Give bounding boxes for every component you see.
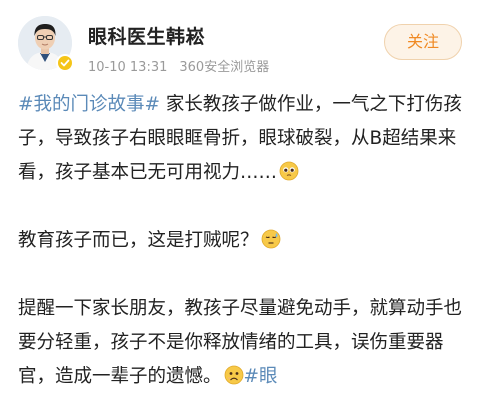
pleading-face-emoji-icon	[279, 161, 299, 181]
post-body: #我的门诊故事# 家长教孩子做作业，一气之下打伤孩子，导致孩子右眼眼眶骨折，眼球…	[18, 88, 466, 394]
post-paragraph-3: 提醒一下家长朋友，教孩子尽量避免动手，就算动手也要分轻重，孩子不是你释放情绪的工…	[18, 292, 466, 394]
verified-badge-icon	[56, 54, 74, 72]
sad-face-emoji-icon	[224, 365, 244, 385]
follow-button[interactable]: 关注	[384, 24, 462, 60]
post-source: 360安全浏览器	[179, 60, 270, 75]
post-paragraph-2: 教育孩子而已，这是打贼呢？	[18, 224, 466, 258]
sweat-face-emoji-icon	[261, 229, 281, 249]
timestamp: 10-10 13:31	[88, 60, 168, 75]
post-paragraph-1: #我的门诊故事# 家长教孩子做作业，一气之下打伤孩子，导致孩子右眼眼眶骨折，眼球…	[18, 88, 466, 190]
trailing-hashtag-link[interactable]: #眼	[244, 366, 278, 387]
username[interactable]: 眼科医生韩崧	[88, 22, 205, 49]
post-meta: 10-10 13:31 360安全浏览器	[88, 56, 269, 75]
paragraph-2-text: 教育孩子而已，这是打贼呢？	[18, 230, 259, 251]
post-header: 眼科医生韩崧 10-10 13:31 360安全浏览器 关注	[0, 0, 480, 88]
hashtag-link[interactable]: #我的门诊故事#	[18, 94, 160, 115]
